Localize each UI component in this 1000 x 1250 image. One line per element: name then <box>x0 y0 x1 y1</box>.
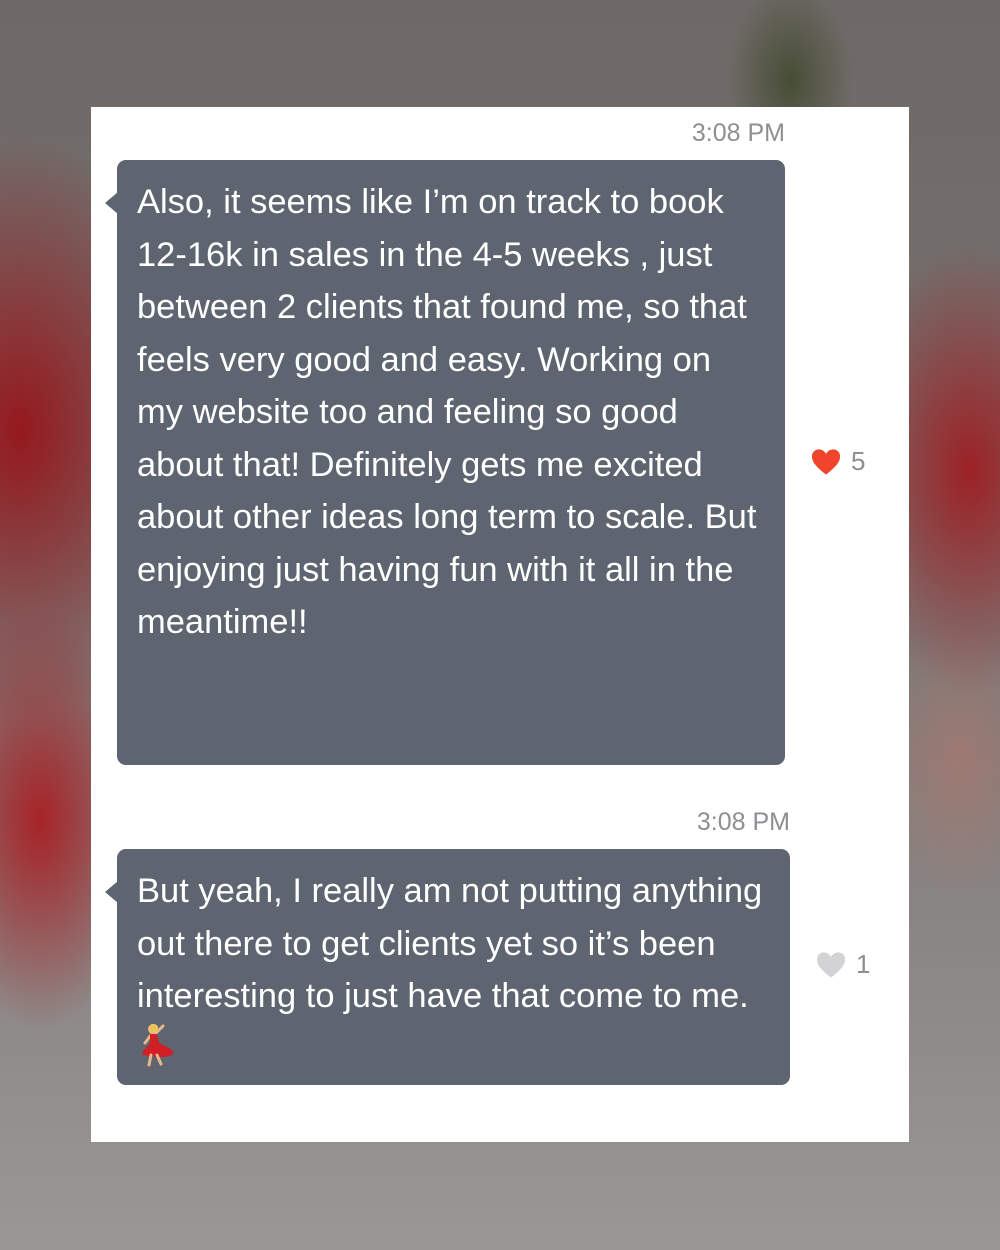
chat-screenshot-card: 3:08 PM Also, it seems like I’m on track… <box>91 107 909 1142</box>
like-button[interactable]: 5 <box>811 446 865 477</box>
like-button[interactable]: 1 <box>816 949 870 980</box>
heart-outline-icon <box>816 951 846 978</box>
message-bubble[interactable]: Also, it seems like I’m on track to book… <box>105 160 785 765</box>
heart-filled-icon <box>811 448 841 475</box>
like-count: 5 <box>851 446 866 476</box>
dancing-woman-emoji <box>142 1023 174 1066</box>
message-bubble[interactable]: But yeah, I really am not putting anythi… <box>105 849 790 1085</box>
like-count: 1 <box>856 949 871 979</box>
message-text: Also, it seems like I’m on track to book… <box>137 183 757 641</box>
message-timestamp: 3:08 PM <box>696 808 790 836</box>
message-text: But yeah, I really am not putting anythi… <box>137 872 763 1015</box>
message-timestamp: 3:08 PM <box>691 119 785 147</box>
